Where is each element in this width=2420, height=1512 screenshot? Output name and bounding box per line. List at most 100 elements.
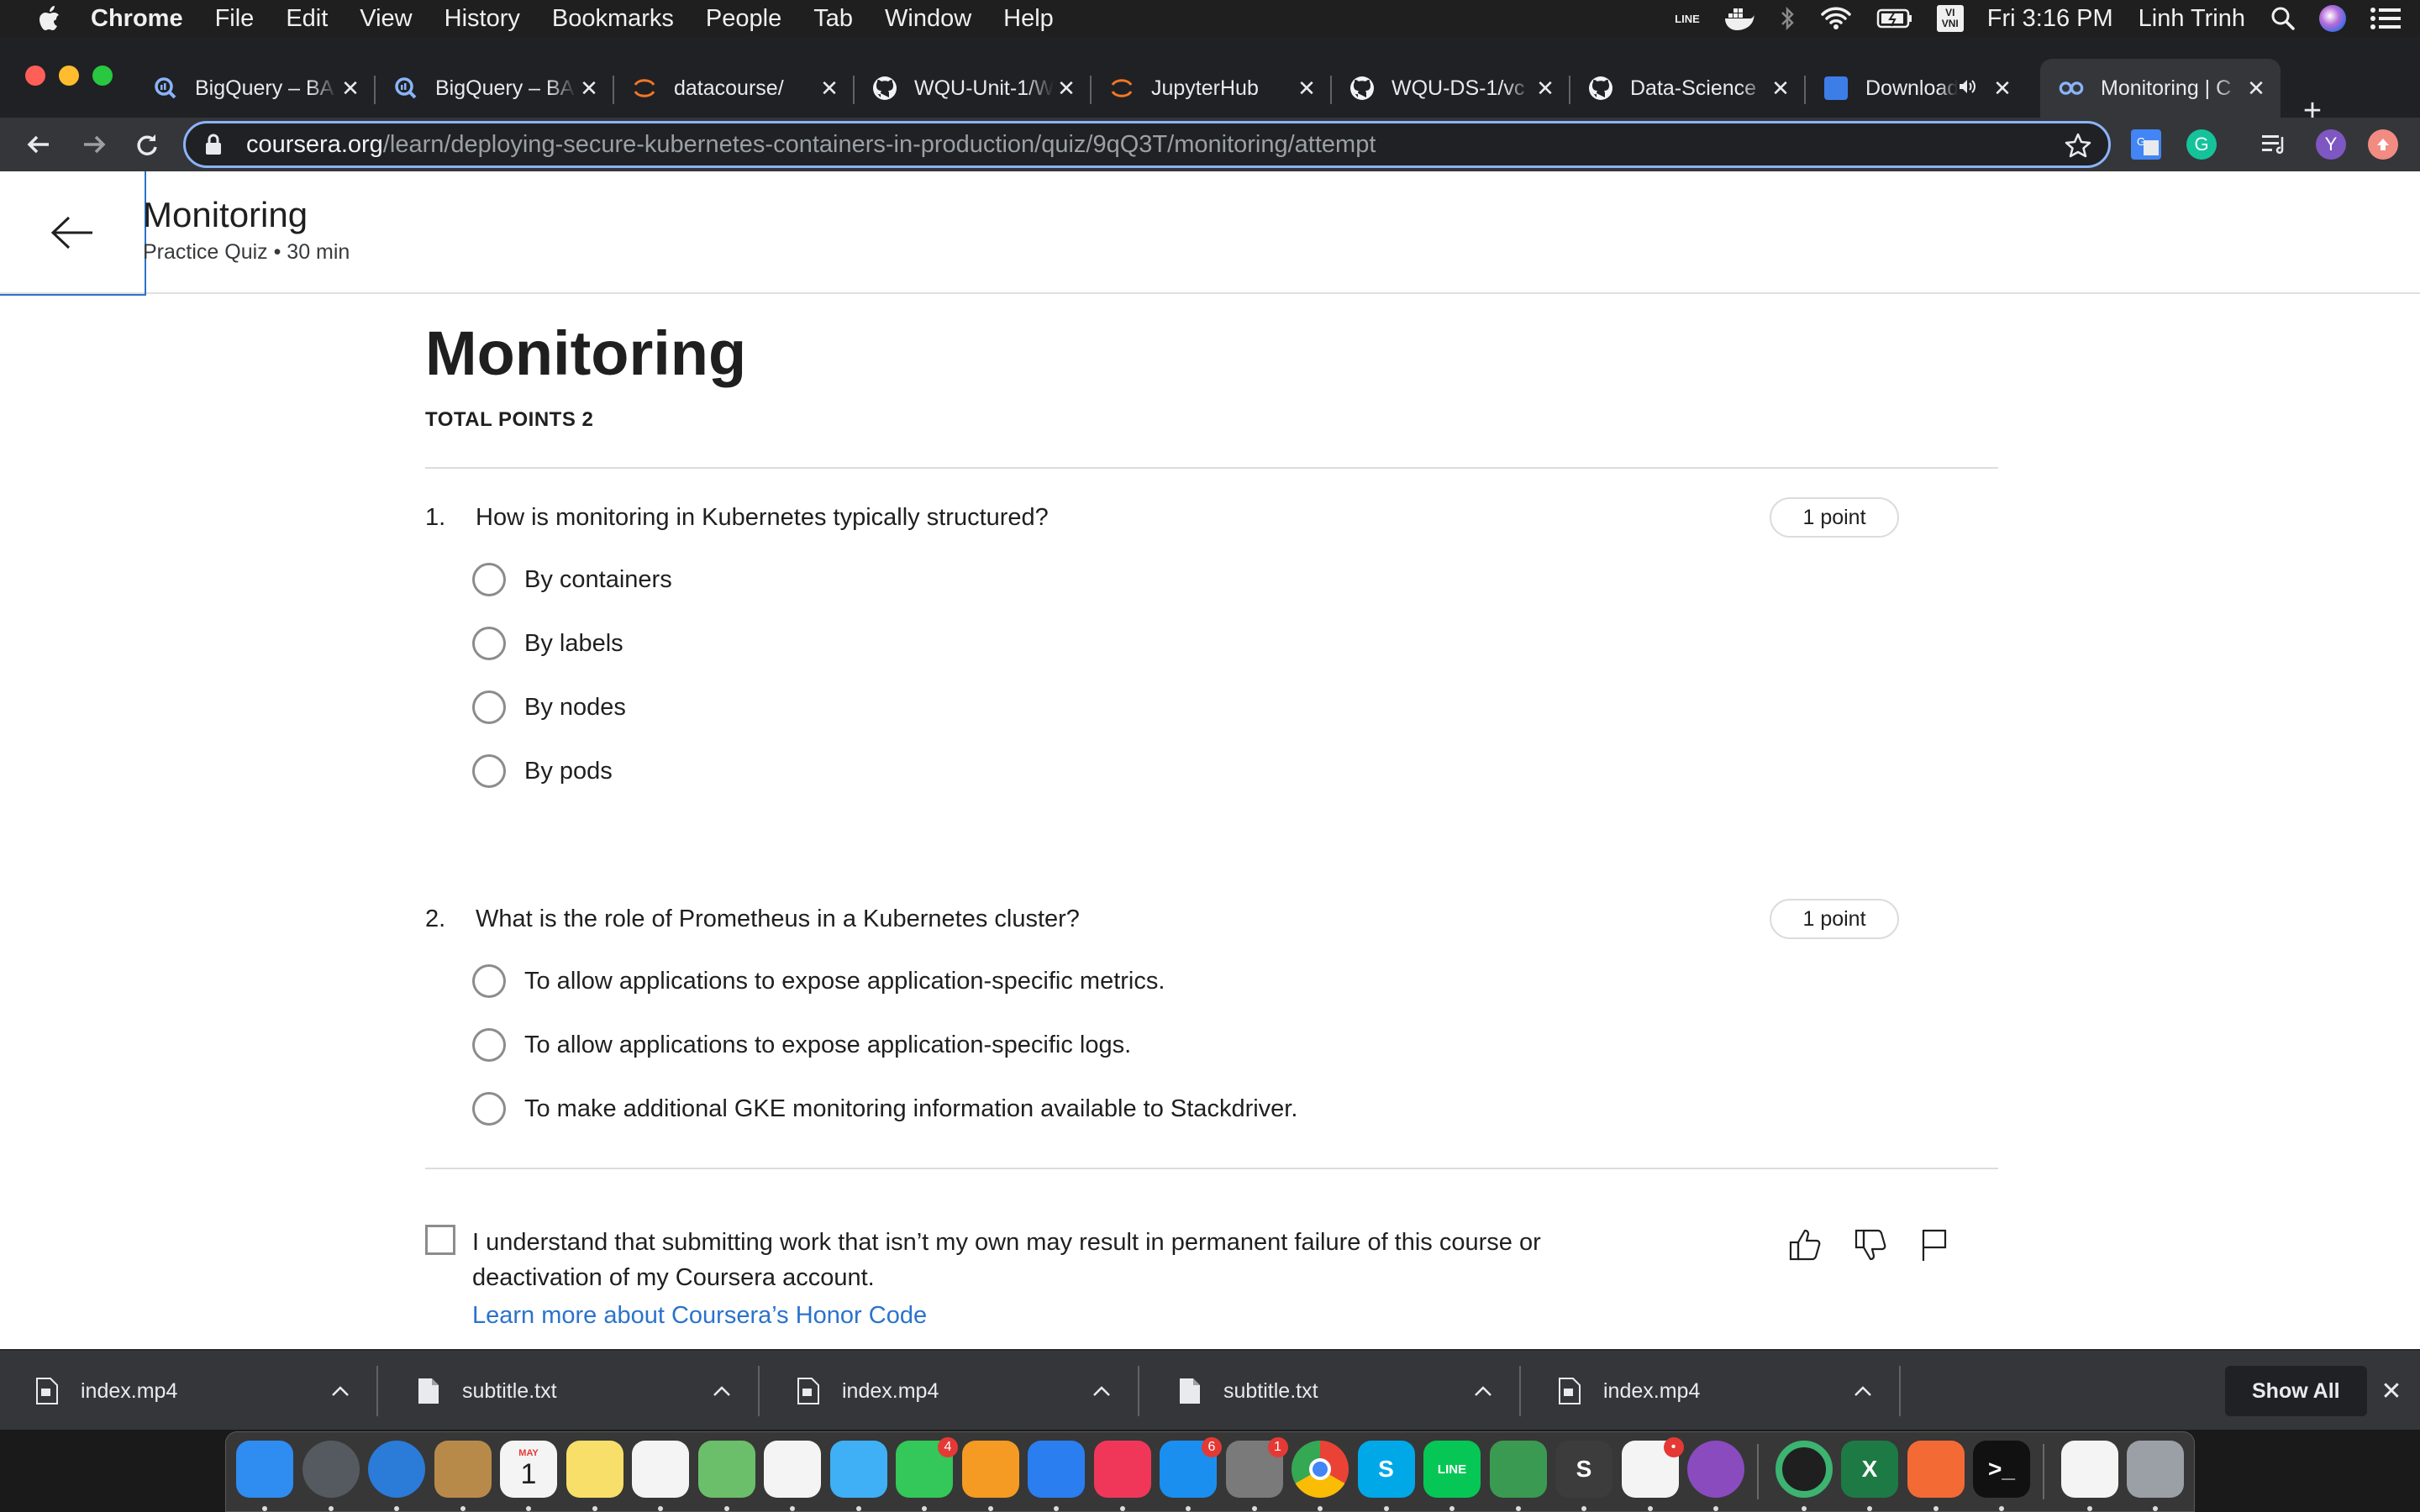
forward-icon[interactable] (77, 128, 111, 161)
tab-wqu-unit-1[interactable]: WQU-Unit-1/W ✕ (854, 59, 1092, 118)
honor-code-text[interactable]: I understand that submitting work that i… (472, 1225, 1632, 1295)
chevron-up-icon[interactable] (1850, 1385, 1876, 1397)
flag-icon[interactable] (1916, 1225, 1953, 1265)
menubar-user[interactable]: Linh Trinh (2139, 5, 2245, 33)
radio-button[interactable] (472, 627, 506, 660)
dock-chrome-icon[interactable] (1292, 1441, 1349, 1498)
tab-close-icon[interactable]: ✕ (1768, 76, 1793, 101)
window-zoom-button[interactable] (92, 66, 113, 86)
tab-close-icon[interactable]: ✕ (1533, 76, 1558, 101)
dock-finder-icon[interactable] (236, 1441, 293, 1498)
tab-close-icon[interactable]: ✕ (1054, 76, 1079, 101)
answer-option[interactable]: To allow applications to expose applicat… (472, 1026, 1131, 1063)
apple-menu-icon[interactable] (32, 4, 66, 33)
honor-code-checkbox[interactable] (425, 1225, 455, 1255)
menu-edit[interactable]: Edit (286, 5, 328, 33)
radio-button[interactable] (472, 1092, 506, 1126)
option-label[interactable]: By pods (524, 758, 613, 785)
option-label[interactable]: By nodes (524, 694, 626, 722)
search-icon[interactable] (2270, 6, 2296, 31)
tab-close-icon[interactable]: ✕ (1990, 76, 2015, 101)
option-label[interactable]: To allow applications to expose applicat… (524, 1032, 1131, 1059)
thumbs-down-icon[interactable] (1852, 1225, 1889, 1265)
menu-bookmarks[interactable]: Bookmarks (552, 5, 674, 33)
battery-icon[interactable] (1876, 8, 1913, 29)
wifi-icon[interactable] (1819, 6, 1853, 31)
answer-option[interactable]: To allow applications to expose applicat… (472, 963, 1165, 1000)
show-all-downloads-button[interactable]: Show All (2225, 1366, 2367, 1416)
answer-option[interactable]: By containers (472, 561, 672, 598)
dock-launchpad-icon[interactable] (302, 1441, 360, 1498)
tab-jupyterhub[interactable]: JupyterHub ✕ (1091, 59, 1332, 118)
option-label[interactable]: By labels (524, 630, 623, 658)
tab-monitoring-active[interactable]: Monitoring | C ✕ (2040, 59, 2281, 118)
back-to-course-button[interactable] (0, 171, 146, 296)
bluetooth-icon[interactable] (1779, 6, 1796, 31)
tab-download[interactable]: Download ✕ (1805, 59, 2040, 118)
reading-list-icon[interactable] (2260, 129, 2291, 160)
dock-keynote-icon[interactable] (1028, 1441, 1085, 1498)
window-close-button[interactable] (25, 66, 45, 86)
dock-github-desktop-icon[interactable] (1687, 1441, 1744, 1498)
dock-activity-ring-icon[interactable] (1775, 1441, 1833, 1498)
dock-music-icon[interactable] (1093, 1441, 1151, 1498)
dock-contacts-icon[interactable] (434, 1441, 492, 1498)
tab-close-icon[interactable]: ✕ (2244, 76, 2269, 101)
answer-option[interactable]: By labels (472, 625, 623, 662)
close-downloads-icon[interactable]: ✕ (2375, 1374, 2408, 1408)
update-icon[interactable] (2368, 129, 2398, 160)
dock-postman-icon[interactable] (1907, 1441, 1965, 1498)
line-icon[interactable]: LINE (1675, 13, 1700, 25)
dock-notes-icon[interactable] (566, 1441, 623, 1498)
download-item[interactable]: index.mp4 (761, 1361, 1139, 1421)
tab-close-icon[interactable]: ✕ (576, 76, 602, 101)
dock-turtle-icon[interactable] (1489, 1441, 1547, 1498)
download-item[interactable]: index.mp4 (1523, 1361, 1901, 1421)
dock-terminal-icon[interactable]: >_ (1973, 1441, 2030, 1498)
chevron-up-icon[interactable] (709, 1385, 734, 1397)
option-label[interactable]: To allow applications to expose applicat… (524, 968, 1165, 995)
tab-close-icon[interactable]: ✕ (1294, 76, 1319, 101)
notification-center-icon[interactable] (2370, 7, 2402, 30)
dock-sublime-text-icon[interactable]: S (1555, 1441, 1612, 1498)
back-icon[interactable] (22, 128, 55, 161)
option-label[interactable]: By containers (524, 566, 672, 594)
tab-close-icon[interactable]: ✕ (817, 76, 842, 101)
answer-option[interactable]: To make additional GKE monitoring inform… (472, 1090, 1297, 1127)
radio-button[interactable] (472, 1028, 506, 1062)
dock-safari-icon[interactable] (368, 1441, 425, 1498)
docker-icon[interactable] (1723, 7, 1755, 30)
menu-help[interactable]: Help (1003, 5, 1054, 33)
window-minimize-button[interactable] (59, 66, 79, 86)
radio-button[interactable] (472, 690, 506, 724)
chevron-up-icon[interactable] (1470, 1385, 1496, 1397)
chevron-up-icon[interactable] (1089, 1385, 1114, 1397)
download-item[interactable]: subtitle.txt (1143, 1361, 1521, 1421)
dock-pages-icon[interactable] (961, 1441, 1019, 1498)
tab-bigquery-2[interactable]: BigQuery – BA ✕ (375, 59, 614, 118)
dock-reminders-icon[interactable] (632, 1441, 689, 1498)
dock-excel-icon[interactable]: X (1841, 1441, 1898, 1498)
chevron-up-icon[interactable] (328, 1385, 353, 1397)
dock-photos-icon[interactable] (764, 1441, 821, 1498)
grammarly-icon[interactable]: G (2186, 129, 2217, 160)
menu-history[interactable]: History (445, 5, 520, 33)
reload-icon[interactable] (129, 128, 163, 161)
menu-window[interactable]: Window (885, 5, 971, 33)
menubar-clock[interactable]: Fri 3:16 PM (1987, 5, 2113, 33)
dock-document-icon[interactable] (2060, 1441, 2118, 1498)
address-bar[interactable]: coursera.org/learn/deploying-secure-kube… (183, 121, 2111, 168)
profile-avatar[interactable]: Y (2316, 129, 2346, 160)
dock-trash-icon[interactable] (2127, 1441, 2184, 1498)
menu-file[interactable]: File (215, 5, 255, 33)
input-source-icon[interactable]: VI VNI (1936, 5, 1964, 32)
radio-button[interactable] (472, 754, 506, 788)
tab-datacourse[interactable]: datacourse/ ✕ (613, 59, 855, 118)
radio-button[interactable] (472, 563, 506, 596)
google-translate-icon[interactable]: G (2131, 129, 2161, 160)
tab-close-icon[interactable]: ✕ (338, 76, 363, 101)
answer-option[interactable]: By nodes (472, 689, 626, 726)
url-text[interactable]: coursera.org/learn/deploying-secure-kube… (246, 131, 1376, 159)
dock-calendar-icon[interactable]: MAY 1 (500, 1441, 557, 1498)
audio-playing-icon[interactable] (1958, 76, 1976, 101)
